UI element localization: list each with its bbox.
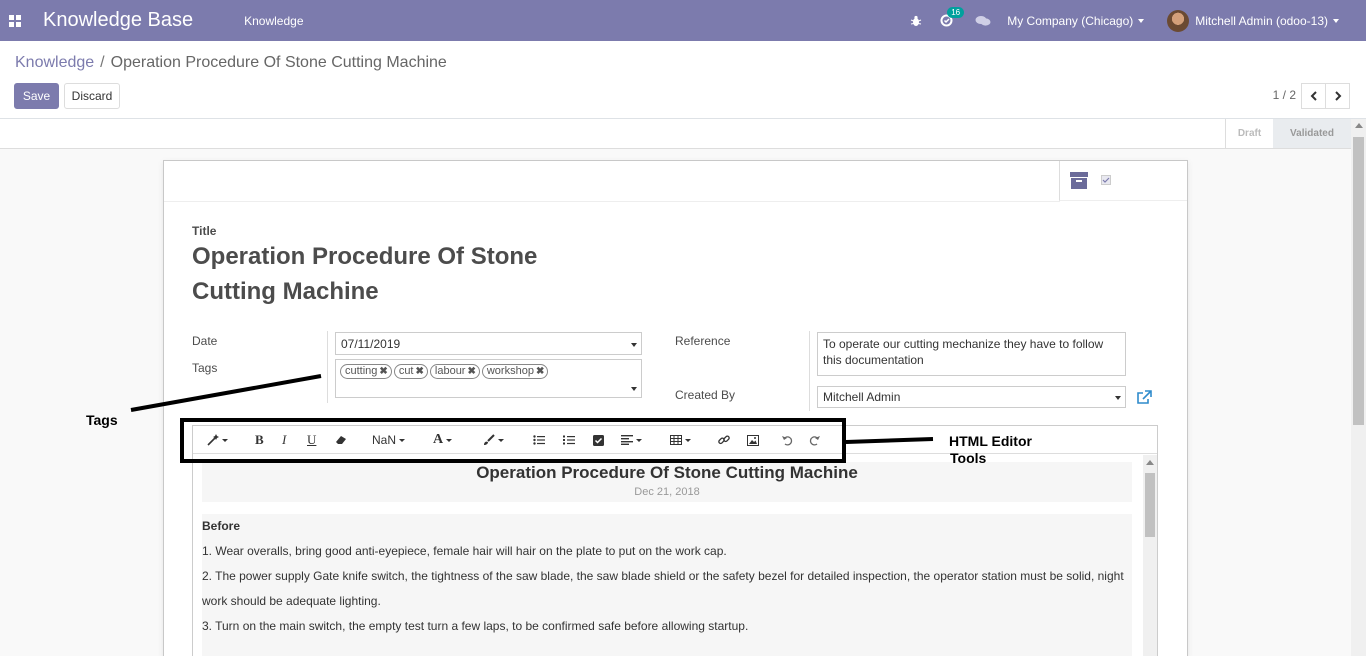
editor-scrollbar[interactable] xyxy=(1143,455,1157,656)
stage-draft[interactable]: Draft xyxy=(1225,119,1273,148)
archive-icon[interactable] xyxy=(1070,172,1088,189)
remove-tag-icon[interactable]: ✖ xyxy=(536,366,544,377)
date-field[interactable]: 07/11/2019 xyxy=(335,332,642,355)
pager-value[interactable]: 1 / 2 xyxy=(1273,88,1296,102)
bug-icon[interactable] xyxy=(909,14,923,28)
activity-badge: 16 xyxy=(947,6,965,18)
chevron-down-icon xyxy=(631,387,637,391)
chat-icon[interactable] xyxy=(975,14,991,28)
annotation-editor-label: HTML Editor Tools xyxy=(949,433,1032,467)
divider xyxy=(327,331,328,403)
annotation-highlight-box xyxy=(180,418,846,463)
page-scrollbar[interactable] xyxy=(1351,119,1366,656)
chevron-left-icon xyxy=(1310,91,1317,101)
tag-chip[interactable]: labour ✖ xyxy=(429,363,480,379)
remove-tag-icon[interactable]: ✖ xyxy=(416,366,424,377)
app-brand[interactable]: Knowledge Base xyxy=(43,9,193,32)
status-bar: Draft Validated xyxy=(0,119,1351,149)
user-name: Mitchell Admin (odoo-13) xyxy=(1195,13,1328,28)
user-menu[interactable]: Mitchell Admin (odoo-13) xyxy=(1195,14,1339,28)
tag-label: workshop xyxy=(486,365,534,377)
date-value: 07/11/2019 xyxy=(341,337,401,351)
breadcrumb-knowledge[interactable]: Knowledge xyxy=(15,54,94,71)
pager-next-button[interactable] xyxy=(1325,83,1350,109)
created-by-value: Mitchell Admin xyxy=(823,390,901,404)
created-by-label: Created By xyxy=(675,388,736,402)
scroll-up-arrow-icon[interactable] xyxy=(1146,460,1154,465)
divider xyxy=(164,201,1060,202)
reference-label: Reference xyxy=(675,334,731,348)
procedure-line: 3. Turn on the main switch, the empty te… xyxy=(202,619,749,633)
tag-chip[interactable]: cutting ✖ xyxy=(340,363,392,379)
form-sheet: Title Operation Procedure Of Stone Cutti… xyxy=(163,160,1188,656)
annotation-editor-line: Tools xyxy=(950,450,987,466)
pager-previous-button[interactable] xyxy=(1301,83,1326,109)
procedure-line: 2. The power supply Gate knife switch, t… xyxy=(202,569,1124,608)
save-button[interactable]: Save xyxy=(14,83,59,109)
tag-chip[interactable]: cut ✖ xyxy=(393,363,428,379)
company-name: My Company (Chicago) xyxy=(1007,13,1134,28)
breadcrumb: Knowledge / Operation Procedure Of Stone C… xyxy=(15,54,447,72)
annotation-editor-line: HTML Editor xyxy=(949,433,1032,449)
annotation-tags-label: Tags xyxy=(86,412,118,428)
document-body: Before 1. Wear overalls, bring good anti… xyxy=(202,514,1132,656)
scroll-thumb[interactable] xyxy=(1145,473,1155,537)
chevron-down-icon xyxy=(1138,19,1145,24)
smart-button-box xyxy=(1059,161,1187,201)
control-panel: Knowledge / Operation Procedure Of Stone C… xyxy=(0,41,1366,119)
scroll-thumb[interactable] xyxy=(1353,137,1364,425)
remove-tag-icon[interactable]: ✖ xyxy=(379,366,387,377)
section-heading: Before xyxy=(202,519,241,533)
procedure-line: 1. Wear overalls, bring good anti-eyepie… xyxy=(202,544,727,558)
chevron-down-icon xyxy=(1115,396,1121,400)
divider xyxy=(809,331,810,411)
company-switcher[interactable]: My Company (Chicago) xyxy=(1007,13,1145,28)
chevron-down-icon xyxy=(631,343,637,347)
document-date: Dec 21, 2018 xyxy=(634,486,700,498)
chevron-down-icon xyxy=(1333,19,1339,24)
avatar[interactable] xyxy=(1167,9,1190,32)
discard-button[interactable]: Discard xyxy=(64,83,120,109)
breadcrumb-current: Operation Procedure Of Stone Cutting Mac… xyxy=(110,54,447,71)
title-label: Title xyxy=(192,224,217,238)
tags-field[interactable]: cutting ✖ cut ✖ labour ✖ workshop ✖ xyxy=(335,359,642,398)
tag-chip[interactable]: workshop ✖ xyxy=(481,363,549,379)
stage-validated[interactable]: Validated xyxy=(1273,119,1351,148)
editor-content[interactable]: Operation Procedure Of Stone Cutting Mac… xyxy=(193,455,1143,656)
activity-icon[interactable]: 16 xyxy=(939,6,965,28)
tag-label: cutting xyxy=(345,365,378,377)
menu-item-knowledge[interactable]: Knowledge xyxy=(244,14,303,28)
chevron-right-icon xyxy=(1334,91,1341,101)
document-header: Operation Procedure Of Stone Cutting Mac… xyxy=(202,462,1132,502)
tag-label: cut xyxy=(398,365,414,377)
top-navbar: Knowledge Base Knowledge 16 My Company (… xyxy=(0,0,1366,41)
tags-label: Tags xyxy=(192,361,218,375)
checkbox-icon[interactable] xyxy=(1101,175,1111,185)
apps-menu-icon[interactable] xyxy=(0,0,30,41)
remove-tag-icon[interactable]: ✖ xyxy=(467,366,475,377)
tag-label: labour xyxy=(434,365,466,377)
reference-field[interactable]: To operate our cutting mechanize they ha… xyxy=(817,332,1126,376)
created-by-field[interactable]: Mitchell Admin xyxy=(817,386,1126,408)
scroll-up-arrow-icon[interactable] xyxy=(1355,123,1363,128)
external-link-icon[interactable] xyxy=(1136,390,1153,405)
title-field[interactable]: Operation Procedure Of Stone Cutting Mac… xyxy=(192,239,552,309)
breadcrumb-separator: / xyxy=(100,54,105,71)
date-label: Date xyxy=(192,334,218,348)
